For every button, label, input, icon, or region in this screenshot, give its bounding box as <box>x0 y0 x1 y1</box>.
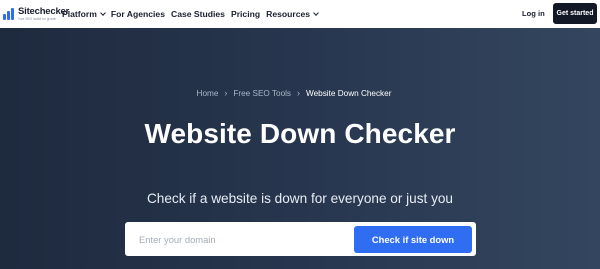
page-title: Website Down Checker <box>144 118 456 149</box>
menu-item-label: For Agencies <box>110 9 165 19</box>
breadcrumb-home[interactable]: Home <box>197 89 219 98</box>
menu-item-platform[interactable]: Platform <box>62 9 106 19</box>
chevron-down-icon <box>100 9 106 16</box>
menu-item-case-studies[interactable]: Case Studies <box>171 9 225 19</box>
menu-item-resources[interactable]: Resources <box>266 9 319 19</box>
domain-input[interactable] <box>139 231 339 247</box>
main-menu: Platform For Agencies Case Studies Prici… <box>62 0 324 28</box>
get-started-button[interactable]: Get started <box>553 3 597 24</box>
menu-item-label: Resources <box>266 9 311 19</box>
menu-item-label: Platform <box>62 9 97 19</box>
menu-item-label: Pricing <box>230 9 261 19</box>
breadcrumb: Home › Free SEO Tools › Website Down Che… <box>0 88 588 98</box>
chevron-right-icon: › <box>297 88 301 98</box>
logo-icon <box>3 7 16 21</box>
breadcrumb-free-seo-tools[interactable]: Free SEO Tools <box>233 89 291 98</box>
menu-item-label: Case Studies <box>170 9 225 19</box>
chevron-right-icon: › <box>224 88 228 98</box>
check-site-button[interactable]: Check if site down <box>354 226 472 253</box>
menu-item-for-agencies[interactable]: For Agencies <box>111 9 165 19</box>
login-link[interactable]: Log in <box>522 9 545 18</box>
page-subtitle: Check if a website is down for everyone … <box>146 191 453 206</box>
top-navbar: Sitechecker Your SEO toolkit for growth … <box>0 0 600 28</box>
breadcrumb-current: Website Down Checker <box>306 88 392 98</box>
logo[interactable]: Sitechecker Your SEO toolkit for growth <box>3 6 69 22</box>
chevron-down-icon <box>313 9 319 16</box>
menu-item-pricing[interactable]: Pricing <box>231 9 260 19</box>
